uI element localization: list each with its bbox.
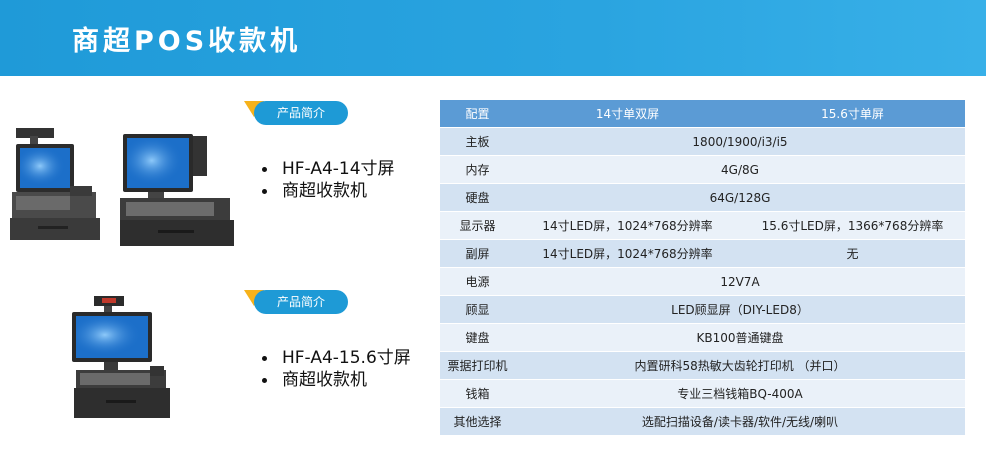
table-header-row: 配置 14寸单双屏 15.6寸单屏	[440, 100, 965, 128]
badge-label: 产品简介	[254, 101, 348, 125]
row-label: 副屏	[440, 239, 515, 268]
badge-label: 产品简介	[254, 290, 348, 314]
row-value: 选配扫描设备/读卡器/软件/无线/喇叭	[515, 407, 965, 436]
row-value: 64G/128G	[515, 183, 965, 212]
row-value: 15.6寸LED屏，1366*768分辨率	[740, 211, 965, 240]
table-row: 票据打印机 内置研科58热敏大齿轮打印机 （并口）	[440, 351, 965, 380]
table-row: 显示器 14寸LED屏，1024*768分辨率 15.6寸LED屏，1366*7…	[440, 211, 965, 240]
row-value: 14寸LED屏，1024*768分辨率	[515, 239, 740, 268]
column-header: 14寸单双屏	[515, 100, 740, 128]
product-intro-badge: 产品简介	[244, 290, 348, 314]
row-label: 硬盘	[440, 183, 515, 212]
row-label: 显示器	[440, 211, 515, 240]
bullet-item: HF-A4-14寸屏	[258, 158, 395, 180]
product-bullets: HF-A4-15.6寸屏 商超收款机	[258, 347, 411, 391]
row-label: 键盘	[440, 323, 515, 352]
product-bullets: HF-A4-14寸屏 商超收款机	[258, 158, 395, 202]
bullet-item: 商超收款机	[258, 369, 411, 391]
row-value: KB100普通键盘	[515, 323, 965, 352]
table-row: 电源 12V7A	[440, 267, 965, 296]
table-row: 其他选择 选配扫描设备/读卡器/软件/无线/喇叭	[440, 407, 965, 436]
table-row: 主板 1800/1900/i3/i5	[440, 127, 965, 156]
row-value: LED顾显屏（DIY-LED8）	[515, 295, 965, 324]
table-row: 顾显 LED顾显屏（DIY-LED8）	[440, 295, 965, 324]
spec-table: 配置 14寸单双屏 15.6寸单屏 主板 1800/1900/i3/i5 内存 …	[440, 100, 965, 436]
bullet-item: 商超收款机	[258, 180, 395, 202]
row-value: 14寸LED屏，1024*768分辨率	[515, 211, 740, 240]
table-row: 钱箱 专业三档钱箱BQ-400A	[440, 379, 965, 408]
table-row: 硬盘 64G/128G	[440, 183, 965, 212]
row-value: 4G/8G	[515, 155, 965, 184]
page-header: 商超POS收款机	[0, 0, 986, 76]
row-value: 无	[740, 239, 965, 268]
page-title: 商超POS收款机	[72, 26, 302, 57]
row-value: 1800/1900/i3/i5	[515, 127, 965, 156]
row-label: 主板	[440, 127, 515, 156]
product-image-14-inch	[8, 122, 238, 252]
bullet-item: HF-A4-15.6寸屏	[258, 347, 411, 369]
column-header: 15.6寸单屏	[740, 100, 965, 128]
row-value: 专业三档钱箱BQ-400A	[515, 379, 965, 408]
row-label: 其他选择	[440, 407, 515, 436]
product-intro-badge: 产品简介	[244, 101, 348, 125]
column-header: 配置	[440, 100, 515, 128]
row-value: 内置研科58热敏大齿轮打印机 （并口）	[515, 351, 965, 380]
row-label: 内存	[440, 155, 515, 184]
table-row: 内存 4G/8G	[440, 155, 965, 184]
row-value: 12V7A	[515, 267, 965, 296]
row-label: 电源	[440, 267, 515, 296]
table-row: 副屏 14寸LED屏，1024*768分辨率 无	[440, 239, 965, 268]
product-image-15-6-inch	[66, 290, 176, 425]
row-label: 钱箱	[440, 379, 515, 408]
row-label: 顾显	[440, 295, 515, 324]
table-row: 键盘 KB100普通键盘	[440, 323, 965, 352]
row-label: 票据打印机	[440, 351, 515, 380]
